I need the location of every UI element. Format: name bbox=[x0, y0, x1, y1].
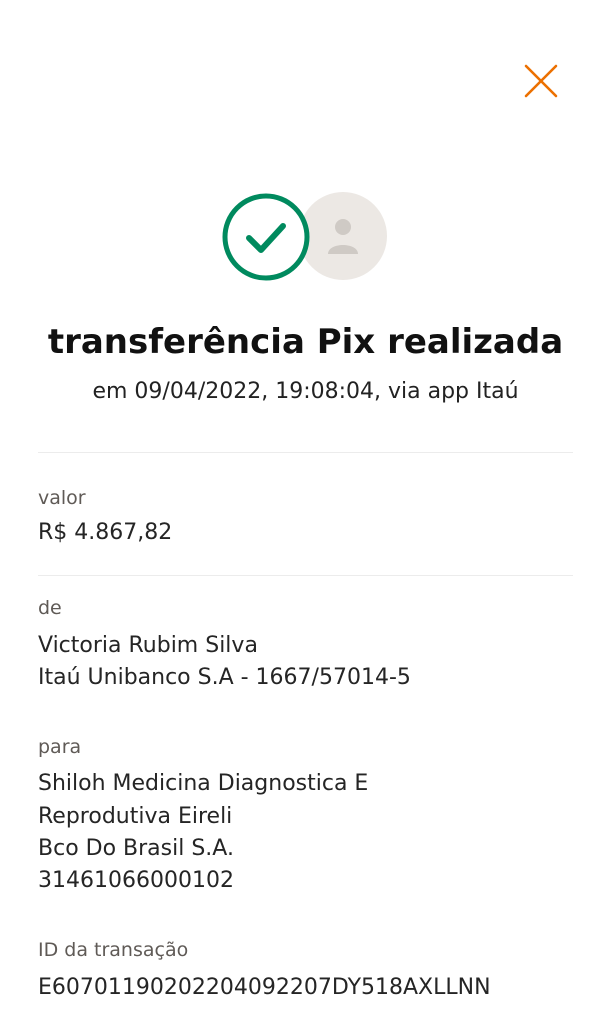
sender-name: Victoria Rubim Silva bbox=[38, 633, 258, 658]
transaction-datetime: em 09/04/2022, 19:08:04, via app Itaú bbox=[92, 379, 519, 404]
sender-label: de bbox=[38, 597, 62, 619]
close-icon bbox=[524, 64, 558, 98]
sender-bank: Itaú Unibanco S.A - 1667/57014-5 bbox=[38, 665, 411, 690]
recipient-bank: Bco Do Brasil S.A. bbox=[38, 836, 234, 861]
amount-label: valor bbox=[38, 487, 86, 509]
recipient-document: 31461066000102 bbox=[38, 868, 234, 893]
status-hero bbox=[221, 192, 389, 282]
divider bbox=[38, 452, 573, 453]
transaction-id-label: ID da transação bbox=[38, 939, 189, 961]
transaction-id-value: E60701190202204092207DY518AXLLNN bbox=[38, 975, 491, 1000]
divider bbox=[38, 575, 573, 576]
recipient-name-line2: Reprodutiva Eireli bbox=[38, 804, 233, 829]
recipient-name-line1: Shiloh Medicina Diagnostica E bbox=[38, 771, 369, 796]
amount-value: R$ 4.867,82 bbox=[38, 520, 173, 545]
recipient-avatar bbox=[299, 192, 387, 280]
close-button[interactable] bbox=[520, 60, 562, 102]
recipient-label: para bbox=[38, 736, 82, 758]
person-avatar-icon bbox=[328, 219, 358, 254]
page-title: transferência Pix realizada bbox=[47, 322, 564, 362]
check-circle-icon bbox=[222, 193, 310, 281]
